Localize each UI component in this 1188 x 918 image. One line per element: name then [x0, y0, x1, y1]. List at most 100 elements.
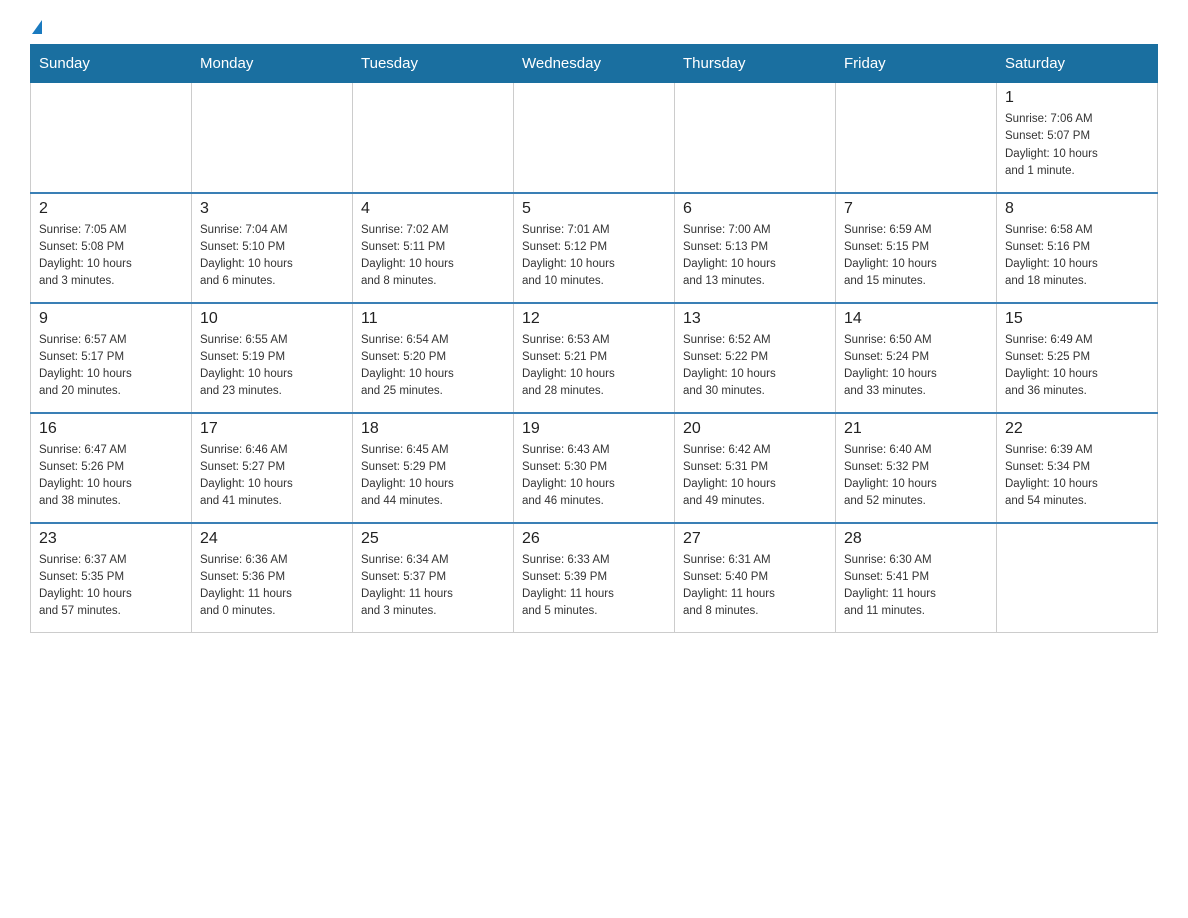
logo-triangle-icon: [32, 20, 42, 34]
day-number: 22: [1005, 420, 1149, 438]
day-number: 11: [361, 310, 505, 328]
day-number: 23: [39, 530, 183, 548]
day-number: 15: [1005, 310, 1149, 328]
calendar-day-cell: 2 Sunrise: 7:05 AM Sunset: 5:08 PM Daylig…: [31, 193, 192, 303]
day-of-week-header: Sunday: [31, 45, 192, 83]
calendar-day-cell: 3 Sunrise: 7:04 AM Sunset: 5:10 PM Daylig…: [192, 193, 353, 303]
calendar-week-row: 2 Sunrise: 7:05 AM Sunset: 5:08 PM Daylig…: [31, 193, 1158, 303]
day-of-week-header: Saturday: [997, 45, 1158, 83]
calendar-day-cell: 17Sunrise: 6:46 AM Sunset: 5:27 PM Dayli…: [192, 413, 353, 523]
calendar-day-cell: 5 Sunrise: 7:01 AM Sunset: 5:12 PM Daylig…: [514, 193, 675, 303]
calendar-day-cell: [353, 83, 514, 193]
calendar-table: SundayMondayTuesdayWednesdayThursdayFrid…: [30, 44, 1158, 633]
calendar-week-row: 1 Sunrise: 7:06 AM Sunset: 5:07 PM Daylig…: [31, 83, 1158, 193]
calendar-day-cell: 11 Sunrise: 6:54 AM Sunset: 5:20 PM Dayli…: [353, 303, 514, 413]
day-number: 20: [683, 420, 827, 438]
calendar-day-cell: 12 Sunrise: 6:53 AM Sunset: 5:21 PM Dayli…: [514, 303, 675, 413]
day-info: Sunrise: 6:47 AM Sunset: 5:26 PM Dayligh…: [39, 442, 183, 511]
day-info: Sunrise: 6:49 AM Sunset: 5:25 PM Dayligh…: [1005, 332, 1149, 401]
day-info: Sunrise: 7:06 AM Sunset: 5:07 PM Dayligh…: [1005, 111, 1149, 180]
calendar-week-row: 23 Sunrise: 6:37 AM Sunset: 5:35 PM Dayli…: [31, 523, 1158, 633]
day-number: 13: [683, 310, 827, 328]
day-number: 1: [1005, 89, 1149, 107]
day-info: Sunrise: 6:30 AM Sunset: 5:41 PM Dayligh…: [844, 552, 988, 621]
day-number: 21: [844, 420, 988, 438]
day-number: 4: [361, 200, 505, 218]
day-number: 26: [522, 530, 666, 548]
day-info: Sunrise: 7:00 AM Sunset: 5:13 PM Dayligh…: [683, 222, 827, 291]
day-info: Sunrise: 7:05 AM Sunset: 5:08 PM Dayligh…: [39, 222, 183, 291]
day-info: Sunrise: 6:36 AM Sunset: 5:36 PM Dayligh…: [200, 552, 344, 621]
calendar-day-cell: 4 Sunrise: 7:02 AM Sunset: 5:11 PM Daylig…: [353, 193, 514, 303]
calendar-day-cell: 18 Sunrise: 6:45 AM Sunset: 5:29 PM Dayli…: [353, 413, 514, 523]
calendar-week-row: 9 Sunrise: 6:57 AM Sunset: 5:17 PM Daylig…: [31, 303, 1158, 413]
calendar-day-cell: 15 Sunrise: 6:49 AM Sunset: 5:25 PM Dayli…: [997, 303, 1158, 413]
calendar-day-cell: 10 Sunrise: 6:55 AM Sunset: 5:19 PM Dayli…: [192, 303, 353, 413]
calendar-week-row: 16 Sunrise: 6:47 AM Sunset: 5:26 PM Dayli…: [31, 413, 1158, 523]
calendar-day-cell: 20 Sunrise: 6:42 AM Sunset: 5:31 PM Dayli…: [675, 413, 836, 523]
day-number: 8: [1005, 200, 1149, 218]
day-of-week-header: Thursday: [675, 45, 836, 83]
day-number: 10: [200, 310, 344, 328]
day-info: Sunrise: 6:43 AM Sunset: 5:30 PM Dayligh…: [522, 442, 666, 511]
calendar-day-cell: 25 Sunrise: 6:34 AM Sunset: 5:37 PM Dayli…: [353, 523, 514, 633]
day-info: Sunrise: 6:45 AM Sunset: 5:29 PM Dayligh…: [361, 442, 505, 511]
day-info: Sunrise: 6:55 AM Sunset: 5:19 PM Dayligh…: [200, 332, 344, 401]
day-number: 24: [200, 530, 344, 548]
day-info: Sunrise: 6:54 AM Sunset: 5:20 PM Dayligh…: [361, 332, 505, 401]
calendar-day-cell: 21 Sunrise: 6:40 AM Sunset: 5:32 PM Dayli…: [836, 413, 997, 523]
day-number: 18: [361, 420, 505, 438]
day-info: Sunrise: 6:34 AM Sunset: 5:37 PM Dayligh…: [361, 552, 505, 621]
calendar-day-cell: 14 Sunrise: 6:50 AM Sunset: 5:24 PM Dayli…: [836, 303, 997, 413]
calendar-day-cell: 19Sunrise: 6:43 AM Sunset: 5:30 PM Dayli…: [514, 413, 675, 523]
day-number: 9: [39, 310, 183, 328]
day-number: 6: [683, 200, 827, 218]
day-number: 12: [522, 310, 666, 328]
day-info: Sunrise: 6:42 AM Sunset: 5:31 PM Dayligh…: [683, 442, 827, 511]
logo: [30, 20, 42, 34]
day-info: Sunrise: 6:58 AM Sunset: 5:16 PM Dayligh…: [1005, 222, 1149, 291]
day-info: Sunrise: 6:57 AM Sunset: 5:17 PM Dayligh…: [39, 332, 183, 401]
page-header: [30, 20, 1158, 34]
calendar-day-cell: 22Sunrise: 6:39 AM Sunset: 5:34 PM Dayli…: [997, 413, 1158, 523]
calendar-day-cell: 7 Sunrise: 6:59 AM Sunset: 5:15 PM Daylig…: [836, 193, 997, 303]
calendar-day-cell: [836, 83, 997, 193]
day-info: Sunrise: 6:50 AM Sunset: 5:24 PM Dayligh…: [844, 332, 988, 401]
calendar-day-cell: 6 Sunrise: 7:00 AM Sunset: 5:13 PM Daylig…: [675, 193, 836, 303]
day-info: Sunrise: 6:53 AM Sunset: 5:21 PM Dayligh…: [522, 332, 666, 401]
calendar-day-cell: [31, 83, 192, 193]
day-number: 25: [361, 530, 505, 548]
calendar-day-cell: [514, 83, 675, 193]
day-info: Sunrise: 6:31 AM Sunset: 5:40 PM Dayligh…: [683, 552, 827, 621]
calendar-day-cell: [997, 523, 1158, 633]
calendar-day-cell: 13 Sunrise: 6:52 AM Sunset: 5:22 PM Dayli…: [675, 303, 836, 413]
day-of-week-header: Wednesday: [514, 45, 675, 83]
calendar-day-cell: 27 Sunrise: 6:31 AM Sunset: 5:40 PM Dayli…: [675, 523, 836, 633]
day-info: Sunrise: 6:33 AM Sunset: 5:39 PM Dayligh…: [522, 552, 666, 621]
day-number: 14: [844, 310, 988, 328]
calendar-day-cell: 23 Sunrise: 6:37 AM Sunset: 5:35 PM Dayli…: [31, 523, 192, 633]
calendar-day-cell: [675, 83, 836, 193]
calendar-day-cell: 1 Sunrise: 7:06 AM Sunset: 5:07 PM Daylig…: [997, 83, 1158, 193]
calendar-day-cell: 24 Sunrise: 6:36 AM Sunset: 5:36 PM Dayli…: [192, 523, 353, 633]
day-number: 7: [844, 200, 988, 218]
day-of-week-header: Monday: [192, 45, 353, 83]
day-info: Sunrise: 6:40 AM Sunset: 5:32 PM Dayligh…: [844, 442, 988, 511]
day-info: Sunrise: 6:46 AM Sunset: 5:27 PM Dayligh…: [200, 442, 344, 511]
calendar-day-cell: 9 Sunrise: 6:57 AM Sunset: 5:17 PM Daylig…: [31, 303, 192, 413]
day-info: Sunrise: 7:01 AM Sunset: 5:12 PM Dayligh…: [522, 222, 666, 291]
day-number: 27: [683, 530, 827, 548]
day-info: Sunrise: 7:04 AM Sunset: 5:10 PM Dayligh…: [200, 222, 344, 291]
day-info: Sunrise: 6:37 AM Sunset: 5:35 PM Dayligh…: [39, 552, 183, 621]
day-info: Sunrise: 6:52 AM Sunset: 5:22 PM Dayligh…: [683, 332, 827, 401]
day-number: 16: [39, 420, 183, 438]
day-info: Sunrise: 6:59 AM Sunset: 5:15 PM Dayligh…: [844, 222, 988, 291]
calendar-header-row: SundayMondayTuesdayWednesdayThursdayFrid…: [31, 45, 1158, 83]
calendar-day-cell: 8 Sunrise: 6:58 AM Sunset: 5:16 PM Daylig…: [997, 193, 1158, 303]
day-of-week-header: Friday: [836, 45, 997, 83]
day-number: 5: [522, 200, 666, 218]
day-number: 2: [39, 200, 183, 218]
day-info: Sunrise: 7:02 AM Sunset: 5:11 PM Dayligh…: [361, 222, 505, 291]
day-number: 28: [844, 530, 988, 548]
day-number: 3: [200, 200, 344, 218]
